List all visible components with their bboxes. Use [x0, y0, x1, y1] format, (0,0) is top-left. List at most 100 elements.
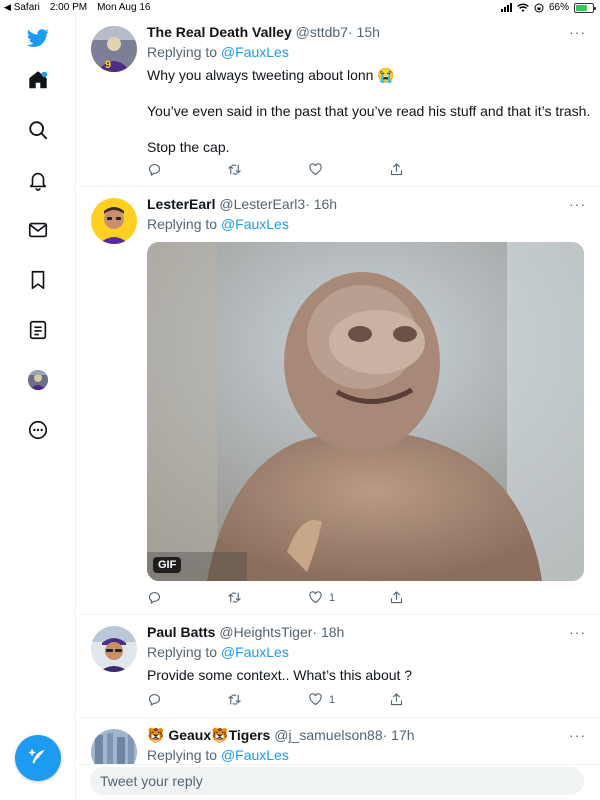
like-count: 1	[329, 693, 336, 706]
bookmark-icon[interactable]	[26, 268, 50, 292]
like-count: 1	[329, 591, 336, 604]
search-icon[interactable]	[26, 118, 50, 142]
list-icon[interactable]	[26, 318, 50, 342]
sidebar	[0, 16, 76, 800]
gif-media[interactable]: GIF	[147, 242, 584, 581]
heart-icon	[309, 693, 322, 706]
tweet-actions: 1	[147, 590, 407, 608]
author-handle[interactable]: @j_samuelson88	[274, 727, 382, 743]
orientation-lock-icon	[534, 3, 544, 12]
share-button[interactable]	[389, 162, 404, 177]
battery-icon	[574, 2, 596, 13]
tweet-time[interactable]: · 18h	[312, 624, 344, 640]
retweet-button[interactable]	[227, 692, 242, 707]
retweet-button[interactable]	[227, 162, 242, 177]
reply-input[interactable]	[90, 767, 584, 795]
tiger-emoji: 🐯	[147, 727, 165, 743]
back-to-app[interactable]: ◀ Safari	[4, 2, 40, 13]
gif-badge: GIF	[153, 557, 182, 573]
home-icon[interactable]	[26, 68, 50, 92]
tweet[interactable]: LesterEarl @LesterEarl3· 16h ··· Replyin…	[77, 188, 600, 615]
replying-to: Replying to @FauxLes	[147, 216, 289, 232]
author-name-part: Geaux	[168, 727, 212, 743]
twitter-bird-icon[interactable]	[26, 26, 50, 50]
tweet-text-line: Why you always tweeting about lonn 😭	[147, 67, 395, 83]
author-name-part: Tigers	[228, 727, 271, 743]
tweet[interactable]: 9 The Real Death Valley @sttdb7· 15h ···…	[77, 16, 600, 187]
share-button[interactable]	[389, 590, 404, 605]
tweet-time[interactable]: · 17h	[383, 727, 415, 743]
status-bar: ◀ Safari 2:00 PM Mon Aug 16 66%	[0, 0, 600, 16]
mention-link[interactable]: @FauxLes	[221, 216, 289, 232]
cellular-signal-icon	[500, 3, 512, 12]
author-handle[interactable]: @LesterEarl3	[219, 196, 305, 212]
mention-link[interactable]: @FauxLes	[221, 644, 289, 660]
replying-to-label: Replying to	[147, 747, 218, 763]
more-options-icon[interactable]: ···	[569, 24, 586, 40]
replying-to: Replying to @FauxLes	[147, 44, 289, 60]
tweet-actions: 1	[147, 692, 407, 710]
more-options-icon[interactable]: ···	[569, 196, 586, 212]
replying-to-label: Replying to	[147, 44, 218, 60]
reply-bar	[77, 764, 600, 800]
heart-icon	[309, 591, 322, 604]
back-arrow-icon: ◀	[4, 2, 11, 12]
tweet-time[interactable]: · 16h	[305, 196, 337, 212]
svg-text:9: 9	[105, 59, 111, 71]
wifi-icon	[517, 3, 529, 12]
retweet-icon	[228, 164, 241, 175]
share-icon	[390, 591, 403, 604]
battery-percent: 66%	[548, 2, 569, 13]
tiger-emoji: 🐯	[211, 727, 229, 743]
share-icon	[390, 163, 403, 176]
reply-button[interactable]	[147, 162, 162, 177]
more-options-icon[interactable]: ···	[569, 727, 586, 743]
gif-image	[147, 242, 584, 581]
replying-to-label: Replying to	[147, 216, 218, 232]
share-button[interactable]	[389, 692, 404, 707]
share-icon	[390, 693, 403, 706]
replying-to-label: Replying to	[147, 644, 218, 660]
mention-link[interactable]: @FauxLes	[221, 44, 289, 60]
reply-icon	[148, 694, 161, 706]
compose-button[interactable]	[15, 735, 61, 781]
mail-icon[interactable]	[26, 218, 50, 242]
reply-button[interactable]	[147, 692, 162, 707]
mention-link[interactable]: @FauxLes	[221, 747, 289, 763]
tweet-time[interactable]: · 15h	[348, 24, 380, 40]
author-handle[interactable]: @HeightsTiger	[219, 624, 312, 640]
avatar[interactable]: 9	[91, 26, 137, 72]
more-options-icon[interactable]: ···	[569, 624, 586, 640]
reply-icon	[148, 164, 161, 176]
replying-to: Replying to @FauxLes	[147, 644, 289, 660]
tweet-text-line: Stop the cap.	[147, 139, 230, 155]
retweet-icon	[228, 694, 241, 705]
author-name[interactable]: LesterEarl	[147, 196, 215, 212]
author-name[interactable]: 🐯 Geaux🐯Tigers	[147, 727, 270, 743]
author-name[interactable]: The Real Death Valley	[147, 24, 292, 40]
tweet-text-line: You’ve even said in the past that you’ve…	[147, 103, 591, 119]
compose-icon	[28, 749, 45, 764]
tweet-text-line: Provide some context.. What’s this about…	[147, 667, 413, 683]
tweet-actions	[147, 162, 407, 180]
back-app-label: Safari	[13, 2, 40, 13]
replying-to: Replying to @FauxLes	[147, 747, 289, 763]
like-button[interactable]: 1	[308, 692, 335, 707]
author-name[interactable]: Paul Batts	[147, 624, 215, 640]
avatar[interactable]	[91, 198, 137, 244]
avatar[interactable]	[91, 626, 137, 672]
tweet[interactable]: Paul Batts @HeightsTiger· 18h ··· Replyi…	[77, 616, 600, 718]
bell-icon[interactable]	[26, 168, 50, 192]
retweet-button[interactable]	[227, 590, 242, 605]
status-time: 2:00 PM	[49, 2, 88, 13]
reply-button[interactable]	[147, 590, 162, 605]
retweet-icon	[228, 592, 241, 603]
status-date: Mon Aug 16	[97, 2, 151, 13]
like-button[interactable]	[308, 162, 323, 177]
profile-avatar[interactable]	[28, 370, 48, 390]
conversation-feed: 9 The Real Death Valley @sttdb7· 15h ···…	[77, 16, 600, 800]
more-icon[interactable]	[26, 418, 50, 442]
reply-icon	[148, 592, 161, 604]
like-button[interactable]: 1	[308, 590, 335, 605]
author-handle[interactable]: @sttdb7	[296, 24, 348, 40]
